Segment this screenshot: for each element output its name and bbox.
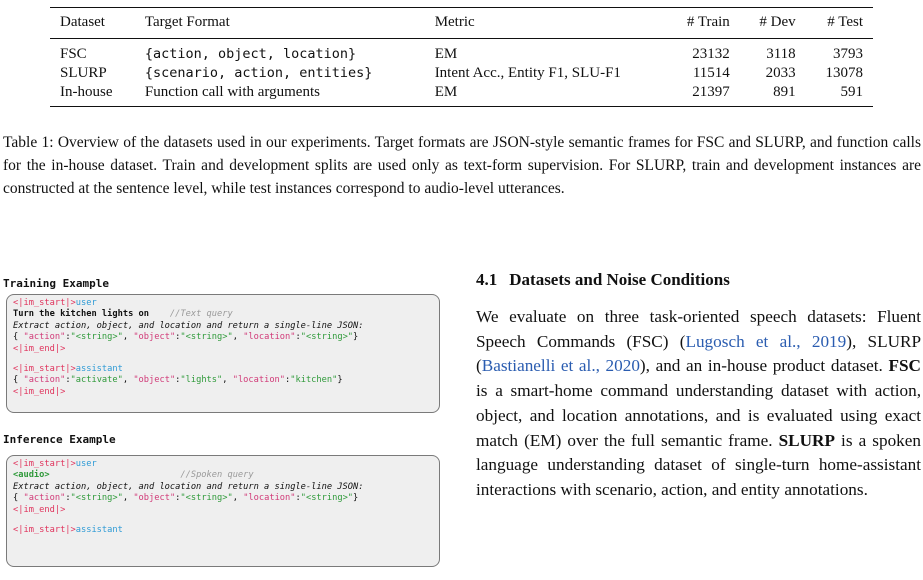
json-answer-line: { "action":"activate", "object":"lights"… xyxy=(13,375,343,386)
citation-link[interactable]: Bastianelli et al., 2020 xyxy=(482,356,640,375)
section-title: Datasets and Noise Conditions xyxy=(509,270,730,289)
cell-metric: EM xyxy=(434,46,458,62)
cell-format: {scenario, action, entities} xyxy=(144,65,373,81)
cell-dev: 2033 xyxy=(765,65,796,81)
im-end-token: <|im_end|> xyxy=(13,343,66,354)
role-assistant: assistant xyxy=(75,364,123,375)
training-example-box: <|im_start|>user Turn the kitchen lights… xyxy=(6,294,440,413)
code-line: <|im_start|>user xyxy=(13,298,439,309)
role-user: user xyxy=(75,459,97,469)
query-comment: //Text query xyxy=(169,309,233,320)
header-target-format: Target Format xyxy=(144,14,230,30)
fsc-bold: FSC xyxy=(888,356,921,376)
instruction-line: Extract action, object, and location and… xyxy=(13,481,364,492)
table-header-row: Dataset Target Format Metric # Train # D… xyxy=(50,7,873,39)
datasets-table-container: Dataset Target Format Metric # Train # D… xyxy=(50,7,873,107)
table-caption: Table 1: Overview of the datasets used i… xyxy=(3,134,921,197)
im-end-token: <|im_end|> xyxy=(13,386,66,397)
table-row: SLURP {scenario, action, entities} Inten… xyxy=(50,64,873,83)
cell-test: 3793 xyxy=(833,46,863,62)
cell-dataset: SLURP xyxy=(60,65,107,81)
cell-metric: Intent Acc., Entity F1, SLU-F1 xyxy=(434,65,621,81)
cell-train: 11514 xyxy=(692,65,730,81)
section-heading: 4.1 Datasets and Noise Conditions xyxy=(476,270,730,290)
slurp-bold: SLURP xyxy=(778,430,835,450)
cell-dev: 3118 xyxy=(766,46,796,62)
section-paragraph: We evaluate on three task-oriented speec… xyxy=(476,307,922,499)
datasets-table: Dataset Target Format Metric # Train # D… xyxy=(50,7,873,107)
header-train: # Train xyxy=(686,14,730,30)
code-line: <|im_start|>user xyxy=(13,459,439,470)
code-line: <|im_start|>assistant xyxy=(13,525,439,536)
im-start-token: <|im_start|> xyxy=(13,459,76,469)
code-line: <|im_start|>assistant xyxy=(13,364,439,375)
cell-format: {action, object, location} xyxy=(144,46,357,62)
cell-dataset: FSC xyxy=(60,46,87,62)
inference-example-box: <|im_start|>user <audio> //Spoken query … xyxy=(6,455,440,567)
text-query: Turn the kitchen lights on xyxy=(13,309,149,320)
header-test: # Test xyxy=(827,14,863,30)
section-number: 4.1 xyxy=(476,270,498,289)
im-start-token: <|im_start|> xyxy=(13,298,76,308)
cell-dataset: In-house xyxy=(60,84,113,100)
header-dataset: Dataset xyxy=(60,14,105,30)
json-schema-line: { "action":"<string>", "object":"<string… xyxy=(13,493,359,504)
cell-metric: EM xyxy=(434,84,458,100)
table-row: In-house Function call with arguments EM… xyxy=(50,83,873,107)
header-dev: # Dev xyxy=(759,14,796,30)
role-user: user xyxy=(75,298,97,308)
role-assistant: assistant xyxy=(75,525,123,536)
header-metric: Metric xyxy=(434,14,475,30)
cell-test: 13078 xyxy=(825,65,864,81)
im-start-token: <|im_start|> xyxy=(13,525,76,536)
cell-train: 21397 xyxy=(692,84,730,100)
cell-test: 591 xyxy=(840,84,864,100)
im-start-token: <|im_start|> xyxy=(13,364,76,375)
training-example-title: Training Example xyxy=(3,277,109,290)
inference-example-title: Inference Example xyxy=(3,433,116,446)
json-schema-line: { "action":"<string>", "object":"<string… xyxy=(13,332,359,343)
cell-format: Function call with arguments xyxy=(144,84,320,100)
table-row: FSC {action, object, location} EM 23132 … xyxy=(50,39,873,65)
instruction-line: Extract action, object, and location and… xyxy=(13,320,364,331)
cell-dev: 891 xyxy=(773,84,796,100)
im-end-token: <|im_end|> xyxy=(13,504,66,515)
citation-link[interactable]: Lugosch et al., 2019 xyxy=(685,332,846,351)
code-line: <audio> //Spoken query xyxy=(13,470,439,481)
cell-train: 23132 xyxy=(692,46,730,62)
audio-token: <audio> xyxy=(13,470,50,481)
audio-comment: //Spoken query xyxy=(180,470,254,481)
code-line: Turn the kitchen lights on //Text query xyxy=(13,309,439,320)
